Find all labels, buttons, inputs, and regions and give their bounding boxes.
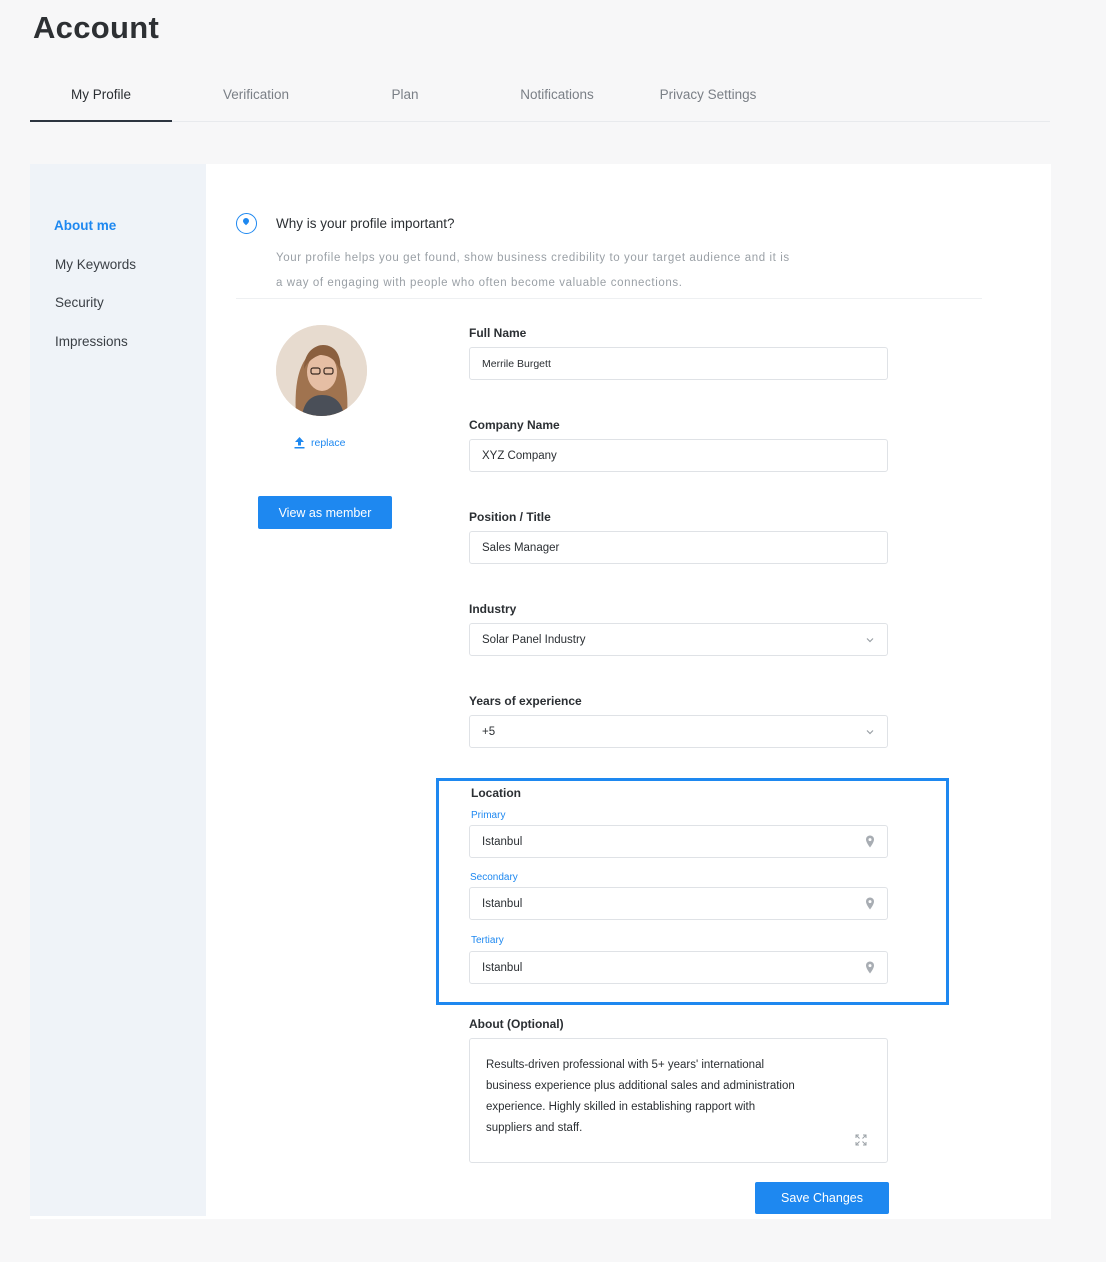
full-name-input[interactable]: Merrile Burgett bbox=[469, 347, 888, 380]
page-title: Account bbox=[33, 10, 160, 45]
info-title: Why is your profile important? bbox=[276, 216, 455, 231]
view-as-member-button[interactable]: View as member bbox=[258, 496, 392, 529]
company-name-value: XYZ Company bbox=[482, 449, 557, 462]
expand-icon[interactable] bbox=[855, 1134, 867, 1146]
map-pin-icon bbox=[866, 961, 874, 974]
sidebar-item-security[interactable]: Security bbox=[55, 295, 104, 310]
chevron-down-icon bbox=[866, 729, 874, 734]
replace-photo-link[interactable]: replace bbox=[294, 437, 345, 449]
about-line-4: suppliers and staff. bbox=[486, 1122, 583, 1134]
primary-location-label: Primary bbox=[471, 810, 506, 821]
tab-plan[interactable]: Plan bbox=[370, 78, 440, 122]
industry-select[interactable]: Solar Panel Industry bbox=[469, 623, 888, 656]
about-line-1: Results-driven professional with 5+ year… bbox=[486, 1059, 765, 1071]
primary-location-input[interactable]: Istanbul bbox=[469, 825, 888, 858]
map-pin-icon bbox=[866, 835, 874, 848]
position-title-label: Position / Title bbox=[469, 510, 551, 524]
map-pin-icon bbox=[866, 897, 874, 910]
save-changes-button[interactable]: Save Changes bbox=[755, 1182, 889, 1214]
company-name-input[interactable]: XYZ Company bbox=[469, 439, 888, 472]
about-line-2: business experience plus additional sale… bbox=[486, 1080, 795, 1092]
experience-value: +5 bbox=[482, 725, 496, 738]
avatar bbox=[276, 325, 367, 416]
tab-verification[interactable]: Verification bbox=[200, 78, 312, 122]
industry-value: Solar Panel Industry bbox=[482, 633, 586, 646]
sidebar-item-about-me[interactable]: About me bbox=[54, 218, 116, 233]
sidebar-item-impressions[interactable]: Impressions bbox=[55, 334, 128, 349]
about-textarea[interactable]: Results-driven professional with 5+ year… bbox=[469, 1038, 888, 1163]
section-divider bbox=[236, 298, 982, 299]
secondary-location-input[interactable]: Istanbul bbox=[469, 887, 888, 920]
full-name-value: Merrile Burgett bbox=[482, 357, 551, 370]
about-label: About (Optional) bbox=[469, 1017, 564, 1031]
info-description: Your profile helps you get found, show b… bbox=[276, 246, 896, 296]
upload-icon bbox=[294, 437, 305, 449]
secondary-location-label: Secondary bbox=[470, 872, 518, 883]
account-tabs: My Profile Verification Plan Notificatio… bbox=[30, 78, 1050, 122]
experience-select[interactable]: +5 bbox=[469, 715, 888, 748]
sidebar-item-my-keywords[interactable]: My Keywords bbox=[55, 257, 136, 272]
tertiary-location-value: Istanbul bbox=[482, 961, 523, 974]
position-title-value: Sales Manager bbox=[482, 541, 560, 554]
location-label: Location bbox=[471, 786, 521, 800]
tab-notifications[interactable]: Notifications bbox=[505, 78, 609, 122]
primary-location-value: Istanbul bbox=[482, 835, 523, 848]
info-line-1: Your profile helps you get found, show b… bbox=[276, 252, 790, 264]
tab-my-profile[interactable]: My Profile bbox=[30, 78, 172, 122]
experience-label: Years of experience bbox=[469, 694, 582, 708]
location-pin-circle-icon bbox=[236, 213, 257, 234]
tertiary-location-input[interactable]: Istanbul bbox=[469, 951, 888, 984]
about-line-3: experience. Highly skilled in establishi… bbox=[486, 1101, 756, 1113]
position-title-input[interactable]: Sales Manager bbox=[469, 531, 888, 564]
info-line-2: a way of engaging with people who often … bbox=[276, 277, 683, 289]
chevron-down-icon bbox=[866, 637, 874, 642]
replace-label: replace bbox=[311, 437, 346, 449]
secondary-location-value: Istanbul bbox=[482, 897, 523, 910]
company-name-label: Company Name bbox=[469, 418, 560, 432]
tertiary-location-label: Tertiary bbox=[471, 935, 504, 946]
industry-label: Industry bbox=[469, 602, 517, 616]
avatar-image bbox=[276, 325, 367, 416]
profile-sidebar: About me My Keywords Security Impression… bbox=[30, 164, 206, 1216]
tab-privacy-settings[interactable]: Privacy Settings bbox=[650, 78, 766, 122]
full-name-label: Full Name bbox=[469, 326, 527, 340]
profile-card: About me My Keywords Security Impression… bbox=[30, 164, 1051, 1219]
